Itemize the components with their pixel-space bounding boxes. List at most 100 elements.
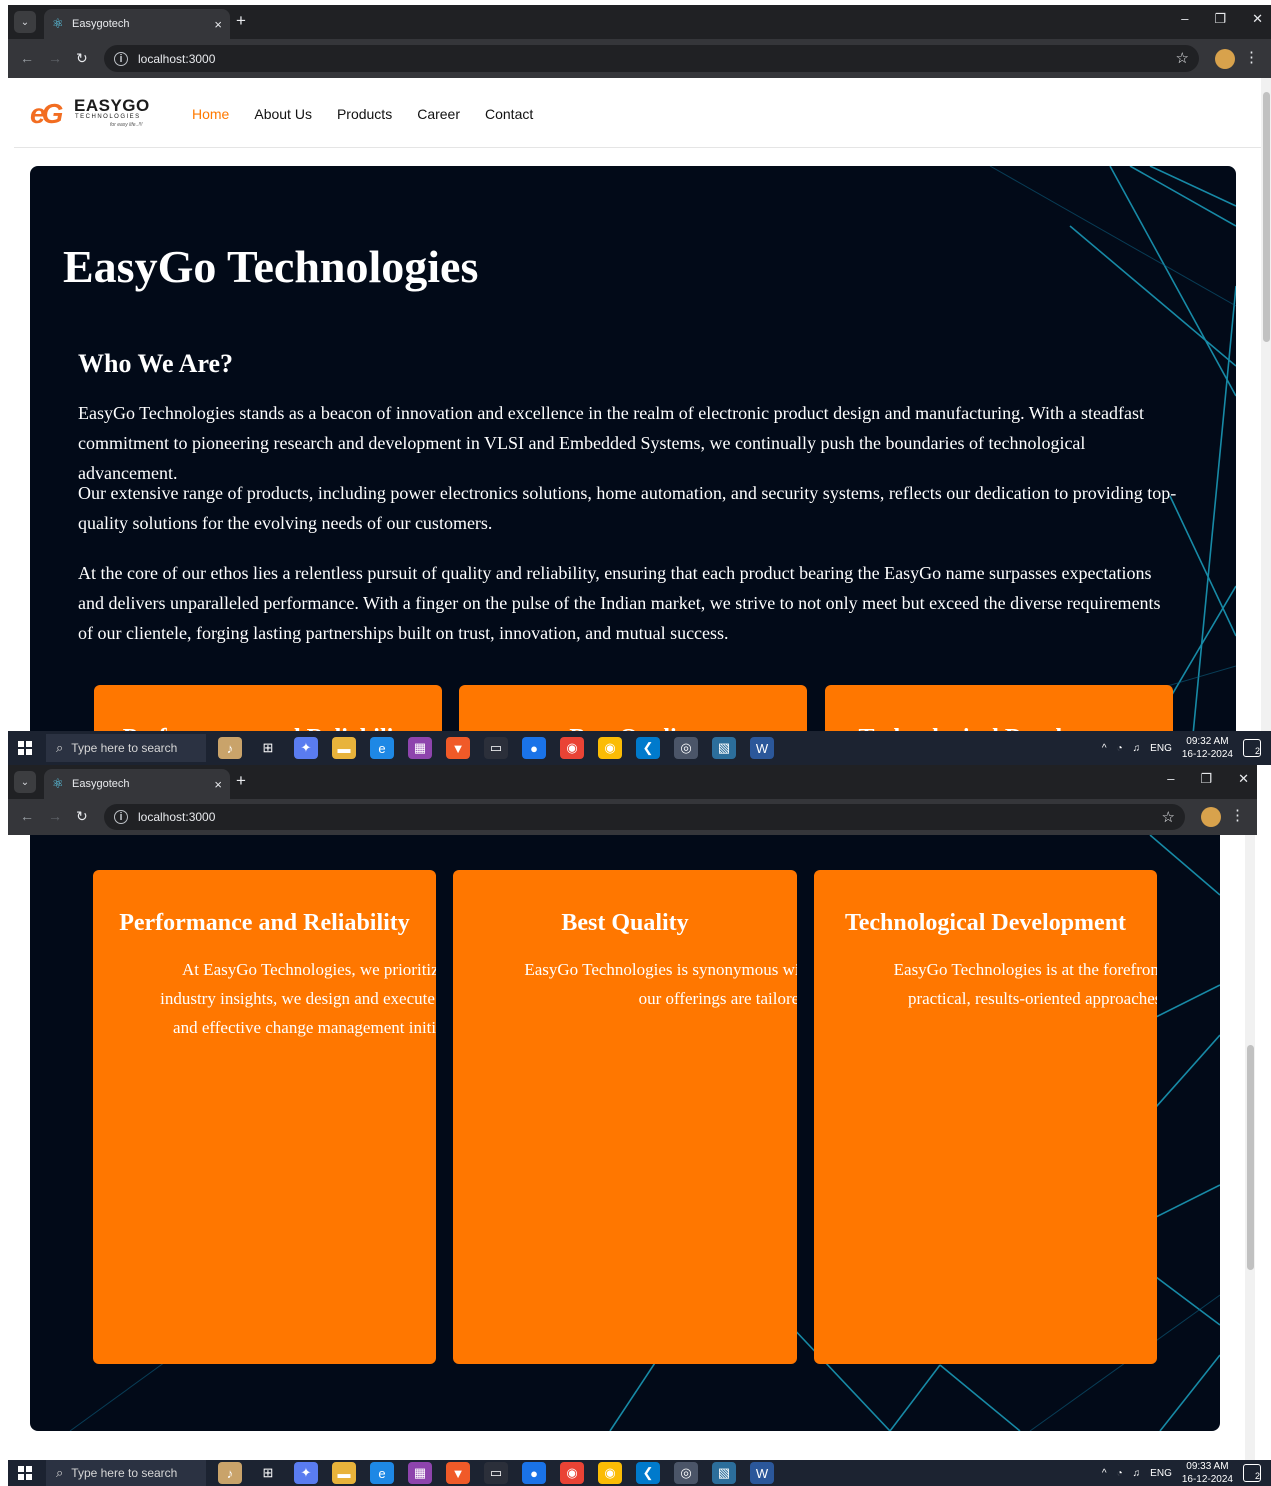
feature-card: Best Quality (459, 685, 807, 731)
taskbar-clock[interactable]: 09:33 AM 16-12-2024 (1182, 1460, 1233, 1486)
taskbar-search[interactable]: ⌕ Type here to search (46, 1460, 206, 1486)
feature-card: Best Quality EasyGo Technologies is syno… (453, 870, 797, 1364)
close-window-button[interactable]: ✕ (1238, 771, 1249, 787)
kebab-menu-icon[interactable]: ⋮ (1230, 806, 1245, 824)
card-text: At EasyGo Technologies, we prioritize pe… (160, 960, 436, 1037)
tray-network-icon[interactable]: ◔ (1117, 1468, 1123, 1479)
word-icon[interactable]: W (750, 1462, 774, 1484)
browser-tab[interactable]: ⚛ Easygotech × (44, 9, 230, 39)
company-logo[interactable]: eG EASYGO TECHNOLOGIES for easy life..!!… (30, 94, 160, 134)
windows-start-icon[interactable] (18, 1466, 32, 1480)
close-window-button[interactable]: ✕ (1252, 11, 1263, 27)
page-viewport: eG EASYGO TECHNOLOGIES for easy life..!!… (8, 78, 1261, 731)
minimize-button[interactable]: – (1167, 771, 1174, 787)
scroll-thumb[interactable] (1247, 1045, 1254, 1270)
taskbar-clock[interactable]: 09:32 AM 16-12-2024 (1182, 735, 1233, 761)
nav-contact[interactable]: Contact (485, 106, 533, 122)
nav-career[interactable]: Career (417, 106, 460, 122)
new-tab-button[interactable]: + (236, 771, 246, 791)
bookmark-star-icon[interactable]: ☆ (1176, 49, 1189, 67)
forward-arrow-icon[interactable]: → (48, 50, 62, 66)
profile-avatar-icon[interactable] (1215, 49, 1235, 69)
site-info-icon[interactable]: i (114, 810, 128, 824)
search-icon: ⌕ (56, 1465, 64, 1480)
back-arrow-icon[interactable]: ← (20, 50, 34, 66)
terminal-icon[interactable]: ▭ (484, 1462, 508, 1484)
about-section: Performance and Reliability At EasyGo Te… (30, 835, 1220, 1431)
tray-chevron-icon[interactable]: ^ (1102, 743, 1107, 754)
nav-products[interactable]: Products (337, 106, 392, 122)
maps-icon[interactable]: ● (522, 1462, 546, 1484)
edge-icon[interactable]: e (370, 737, 394, 759)
restore-button[interactable]: ❐ (1200, 771, 1212, 787)
notification-icon[interactable]: 2 (1243, 1464, 1261, 1482)
task-view-icon[interactable]: ⊞ (256, 737, 280, 759)
windows-start-icon[interactable] (18, 741, 32, 755)
chrome-icon[interactable]: ◉ (560, 737, 584, 759)
widget-icon[interactable]: ♪ (218, 1462, 242, 1484)
winrar-icon[interactable]: ▦ (408, 737, 432, 759)
chrome-active-icon[interactable]: ◎ (674, 1462, 698, 1484)
address-bar[interactable]: i localhost:3000 ☆ (104, 804, 1185, 830)
chrome-alt-icon[interactable]: ◉ (598, 737, 622, 759)
back-arrow-icon[interactable]: ← (20, 808, 34, 824)
card-text: EasyGo Technologies is synonymous with b… (524, 960, 797, 1008)
page-scrollbar[interactable] (1245, 835, 1255, 1460)
browser-tabbar: ⌄ ⚛ Easygotech × + – ❐ ✕ (8, 5, 1271, 39)
snip-icon[interactable]: ▧ (712, 1462, 736, 1484)
snip-icon[interactable]: ▧ (712, 737, 736, 759)
url-text: localhost:3000 (138, 810, 216, 824)
tray-network-icon[interactable]: ◔ (1117, 743, 1123, 754)
tray-language[interactable]: ENG (1150, 743, 1172, 754)
brave-icon[interactable]: ▼ (446, 1462, 470, 1484)
vscode-icon[interactable]: ❮ (636, 737, 660, 759)
nav-home[interactable]: Home (192, 106, 229, 122)
nav-about-us[interactable]: About Us (254, 106, 312, 122)
new-tab-button[interactable]: + (236, 11, 246, 31)
window-controls: – ❐ ✕ (1167, 771, 1249, 787)
page-scrollbar[interactable] (1261, 78, 1271, 731)
react-favicon-icon: ⚛ (52, 776, 64, 791)
profile-avatar-icon[interactable] (1201, 807, 1221, 827)
tab-close-icon[interactable]: × (214, 777, 222, 792)
browser-tab[interactable]: ⚛ Easygotech × (44, 769, 230, 799)
tray-language[interactable]: ENG (1150, 1468, 1172, 1479)
file-explorer-icon[interactable]: ▬ (332, 737, 356, 759)
tray-chevron-icon[interactable]: ^ (1102, 1468, 1107, 1479)
minimize-button[interactable]: – (1181, 11, 1188, 27)
bookmark-star-icon[interactable]: ☆ (1162, 808, 1175, 826)
address-bar[interactable]: i localhost:3000 ☆ (104, 45, 1199, 72)
maps-icon[interactable]: ● (522, 737, 546, 759)
chrome-active-icon[interactable]: ◎ (674, 737, 698, 759)
scroll-thumb[interactable] (1263, 92, 1270, 342)
restore-button[interactable]: ❐ (1214, 11, 1226, 27)
edge-icon[interactable]: e (370, 1462, 394, 1484)
chrome-tab-menu-icon[interactable]: ⌄ (14, 11, 36, 33)
word-icon[interactable]: W (750, 737, 774, 759)
site-info-icon[interactable]: i (114, 51, 128, 66)
tab-close-icon[interactable]: × (214, 17, 222, 32)
chrome-tab-menu-icon[interactable]: ⌄ (14, 771, 36, 793)
reload-icon[interactable]: ↻ (76, 808, 88, 825)
tray-volume-icon[interactable]: ♫ (1133, 743, 1141, 754)
task-view-icon[interactable]: ⊞ (256, 1462, 280, 1484)
terminal-icon[interactable]: ▭ (484, 737, 508, 759)
tray-volume-icon[interactable]: ♫ (1133, 1468, 1141, 1479)
winrar-icon[interactable]: ▦ (408, 1462, 432, 1484)
copilot-icon[interactable]: ✦ (294, 737, 318, 759)
clock-time: 09:32 AM (1186, 736, 1229, 747)
clock-date: 16-12-2024 (1181, 749, 1233, 760)
copilot-icon[interactable]: ✦ (294, 1462, 318, 1484)
notification-icon[interactable]: 2 (1243, 739, 1261, 757)
kebab-menu-icon[interactable]: ⋮ (1244, 48, 1259, 66)
file-explorer-icon[interactable]: ▬ (332, 1462, 356, 1484)
chrome-icon[interactable]: ◉ (560, 1462, 584, 1484)
reload-icon[interactable]: ↻ (76, 50, 88, 67)
forward-arrow-icon[interactable]: → (48, 808, 62, 824)
chrome-alt-icon[interactable]: ◉ (598, 1462, 622, 1484)
taskbar-search[interactable]: ⌕ Type here to search (46, 734, 206, 762)
widget-icon[interactable]: ♪ (218, 737, 242, 759)
brave-icon[interactable]: ▼ (446, 737, 470, 759)
clock-date: 16-12-2024 (1181, 1474, 1233, 1485)
vscode-icon[interactable]: ❮ (636, 1462, 660, 1484)
